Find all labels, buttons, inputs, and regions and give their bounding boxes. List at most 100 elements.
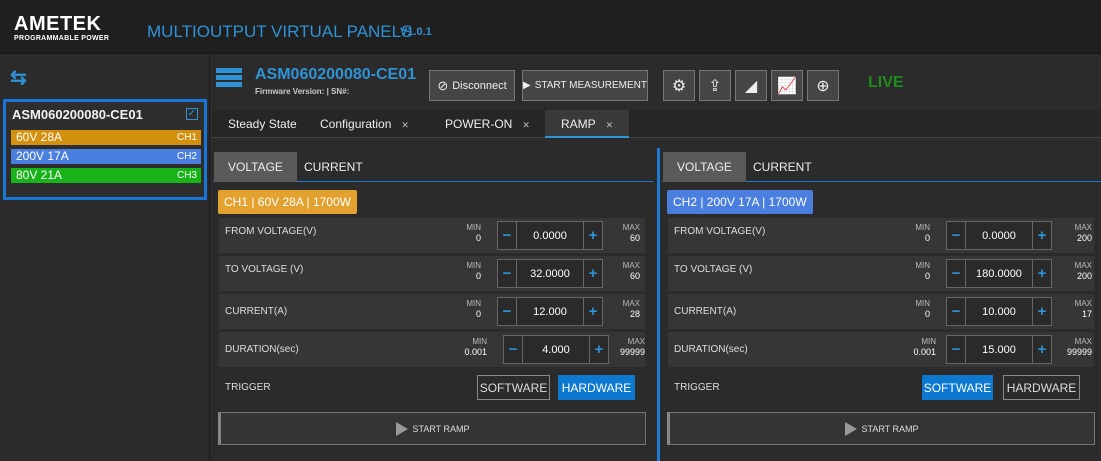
current-row: CURRENT(A) MIN 0 − 12.000 + MAX 28	[219, 294, 645, 329]
decrement-button[interactable]: −	[946, 221, 966, 250]
max-value: MAX 200	[1074, 261, 1092, 281]
device-checkbox[interactable]: ✓	[186, 108, 198, 120]
hardware-trigger-button[interactable]: HARDWARE	[1003, 375, 1080, 400]
duration-stepper: − 15.000 +	[946, 335, 1056, 364]
close-icon[interactable]: ✕	[522, 120, 530, 130]
subtab-voltage[interactable]: VOLTAGE	[663, 152, 746, 182]
disconnect-button[interactable]: ⊘ Disconnect	[429, 70, 515, 101]
start-ramp-label: START RAMP	[412, 423, 470, 434]
start-measurement-label: START MEASUREMENT	[534, 80, 647, 91]
tab-configuration[interactable]: Configuration ✕	[320, 110, 409, 138]
increment-button[interactable]: +	[1032, 221, 1052, 250]
tab-label: RAMP	[561, 117, 596, 131]
row-label: DURATION(sec)	[674, 344, 748, 355]
channel-row-ch2[interactable]: 200V 17A CH2	[11, 149, 201, 164]
row-label: TO VOLTAGE (V)	[674, 264, 753, 275]
decrement-button[interactable]: −	[946, 259, 966, 288]
trigger-row: TRIGGER SOFTWARE HARDWARE	[219, 370, 645, 405]
min-value: MIN 0	[466, 223, 481, 243]
start-ramp-label: START RAMP	[861, 423, 919, 434]
value-input[interactable]: 10.000	[966, 297, 1032, 326]
tab-steady-state[interactable]: Steady State	[228, 110, 297, 138]
channel-badge: CH1 | 60V 28A | 1700W	[218, 190, 357, 214]
device-card[interactable]: ASM060200080-CE01 ✓ 60V 28A CH1 200V 17A…	[3, 99, 207, 200]
decrement-button[interactable]: −	[497, 297, 517, 326]
start-ramp-button[interactable]: START RAMP	[218, 412, 646, 445]
start-ramp-button[interactable]: START RAMP	[667, 412, 1095, 445]
logo-name: AMETEK	[14, 13, 102, 35]
subtab-current[interactable]: CURRENT	[290, 152, 377, 182]
subtab-voltage[interactable]: VOLTAGE	[214, 152, 297, 182]
play-icon: ▶	[523, 80, 531, 91]
max-value: MAX 99999	[1066, 337, 1092, 357]
gear-icon[interactable]: ⚙	[663, 70, 695, 101]
value-input[interactable]: 180.0000	[966, 259, 1032, 288]
software-trigger-button[interactable]: SOFTWARE	[477, 375, 550, 400]
value-input[interactable]: 4.000	[523, 335, 589, 364]
tab-label: Configuration	[320, 117, 392, 131]
start-measurement-button[interactable]: ▶ START MEASUREMENT	[522, 70, 648, 101]
trigger-label: TRIGGER	[225, 382, 271, 393]
tab-power-on[interactable]: POWER-ON ✕	[445, 110, 530, 138]
channel-label: 80V 21A	[16, 168, 63, 182]
target-icon[interactable]: ⊕	[807, 70, 839, 101]
device-name: ASM060200080-CE01	[12, 107, 143, 122]
increment-button[interactable]: +	[583, 221, 603, 250]
row-label: FROM VOLTAGE(V)	[225, 226, 317, 237]
swap-arrows-icon[interactable]: ⇆	[10, 65, 27, 90]
tab-label: POWER-ON	[445, 117, 513, 131]
tab-bar: Steady State Configuration ✕ POWER-ON ✕ RA…	[212, 110, 1101, 138]
value-input[interactable]: 32.0000	[517, 259, 583, 288]
increment-button[interactable]: +	[589, 335, 609, 364]
decrement-button[interactable]: −	[497, 221, 517, 250]
to-voltage-row: TO VOLTAGE (V) MIN 0 − 180.0000 + MAX 200	[668, 256, 1094, 291]
to-voltage-stepper: − 180.0000 +	[946, 259, 1056, 288]
live-status: LIVE	[868, 74, 904, 91]
unplug-icon: ⊘	[437, 77, 449, 93]
close-icon[interactable]: ✕	[401, 120, 409, 130]
ramp-icon[interactable]: ◢	[735, 70, 767, 101]
sidebar: ⇆ ASM060200080-CE01 ✓ 60V 28A CH1 200V 1…	[0, 55, 210, 461]
channel-row-ch3[interactable]: 80V 21A CH3	[11, 168, 201, 183]
software-trigger-button[interactable]: SOFTWARE	[922, 375, 993, 400]
increment-button[interactable]: +	[583, 297, 603, 326]
increment-button[interactable]: +	[1032, 297, 1052, 326]
decrement-button[interactable]: −	[946, 335, 966, 364]
play-icon	[845, 421, 858, 436]
from-voltage-row: FROM VOLTAGE(V) MIN 0 − 0.0000 + MAX 60	[219, 218, 645, 253]
value-input[interactable]: 0.0000	[517, 221, 583, 250]
chart-icon[interactable]: 📈	[771, 70, 803, 101]
from-voltage-stepper: − 0.0000 +	[946, 221, 1056, 250]
hardware-trigger-button[interactable]: HARDWARE	[558, 375, 635, 400]
play-icon	[396, 421, 409, 436]
decrement-button[interactable]: −	[503, 335, 523, 364]
value-input[interactable]: 15.000	[966, 335, 1032, 364]
trigger-label: TRIGGER	[674, 382, 720, 393]
max-value: MAX 99999	[619, 337, 645, 357]
increment-button[interactable]: +	[1032, 335, 1052, 364]
decrement-button[interactable]: −	[946, 297, 966, 326]
to-voltage-stepper: − 32.0000 +	[497, 259, 607, 288]
increment-button[interactable]: +	[583, 259, 603, 288]
channel-row-ch1[interactable]: 60V 28A CH1	[11, 130, 201, 145]
trigger-row: TRIGGER SOFTWARE HARDWARE	[668, 370, 1094, 405]
channel-label: 200V 17A	[16, 149, 69, 163]
min-value: MIN 0	[466, 261, 481, 281]
close-icon[interactable]: ✕	[606, 120, 614, 130]
duration-row: DURATION(sec) MIN 0.001 − 4.000 + MAX 9999…	[219, 332, 645, 367]
value-input[interactable]: 0.0000	[966, 221, 1032, 250]
firmware-info: Firmware Version: | SN#:	[255, 87, 350, 96]
subtab-current[interactable]: CURRENT	[739, 152, 826, 182]
decrement-button[interactable]: −	[497, 259, 517, 288]
logo-subtitle: PROGRAMMABLE POWER	[14, 35, 110, 42]
row-label: CURRENT(A)	[225, 306, 288, 317]
max-value: MAX 28	[622, 299, 640, 319]
value-input[interactable]: 12.000	[517, 297, 583, 326]
channel-tag: CH1	[176, 132, 197, 143]
tab-ramp[interactable]: RAMP ✕	[545, 110, 630, 138]
export-icon[interactable]: ⇪	[699, 70, 731, 101]
increment-button[interactable]: +	[1032, 259, 1052, 288]
channel-label: 60V 28A	[16, 130, 63, 144]
duration-stepper: − 4.000 +	[503, 335, 613, 364]
min-value: MIN 0	[915, 223, 930, 243]
